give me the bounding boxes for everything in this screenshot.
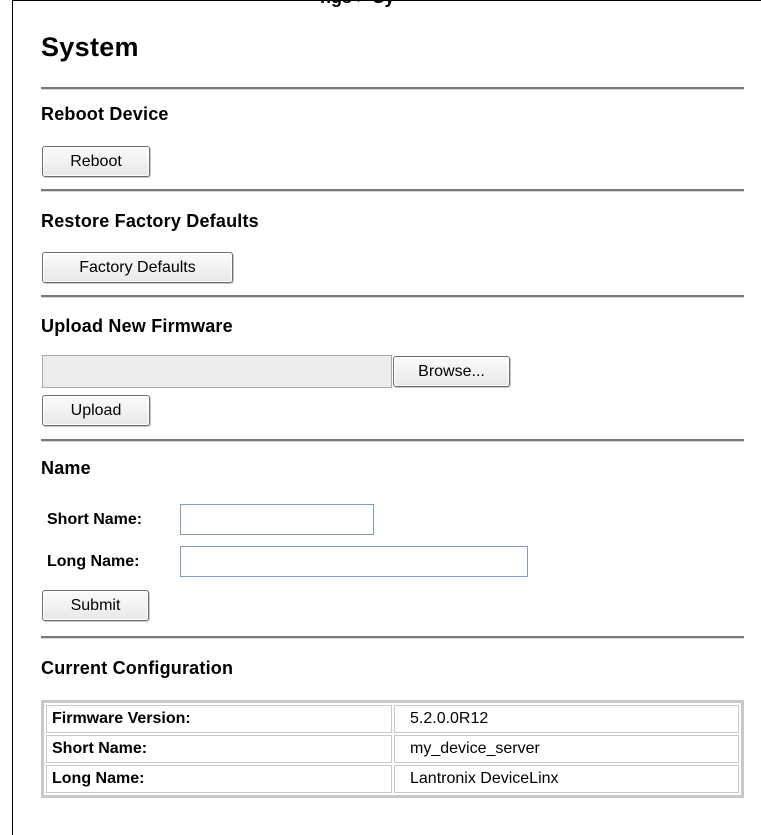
divider: [41, 439, 744, 442]
current-configuration-section-title: Current Configuration: [41, 658, 234, 678]
factory-defaults-button[interactable]: Factory Defaults: [42, 252, 233, 283]
firmware-file-field[interactable]: [42, 355, 392, 388]
submit-button[interactable]: Submit: [42, 590, 149, 621]
short-name-row-value: my_device_server: [394, 735, 739, 763]
short-name-input[interactable]: [180, 504, 374, 535]
table-row: Long Name: Lantronix DeviceLinx: [46, 765, 739, 793]
short-name-row-label: Short Name:: [46, 735, 392, 763]
divider: [41, 295, 744, 298]
divider: [41, 636, 744, 639]
table-row: Firmware Version: 5.2.0.0R12: [46, 705, 739, 733]
factory-defaults-section-title: Restore Factory Defaults: [41, 211, 259, 231]
page-breadcrumb-fragment: ngs > Sy: [320, 0, 395, 8]
upload-firmware-section-title: Upload New Firmware: [41, 316, 233, 336]
firmware-version-label: Firmware Version:: [46, 705, 392, 733]
long-name-row-label: Long Name:: [46, 765, 392, 793]
page-title: System: [41, 32, 139, 62]
upload-button[interactable]: Upload: [42, 395, 150, 426]
long-name-label: Long Name:: [47, 553, 140, 570]
reboot-button[interactable]: Reboot: [42, 146, 150, 177]
browse-button[interactable]: Browse...: [393, 356, 510, 387]
divider: [41, 189, 744, 192]
divider: [41, 87, 744, 90]
long-name-input[interactable]: [180, 546, 528, 577]
reboot-section-title: Reboot Device: [41, 104, 169, 124]
name-section-title: Name: [41, 458, 91, 478]
current-configuration-table: Firmware Version: 5.2.0.0R12 Short Name:…: [41, 700, 744, 798]
table-row: Short Name: my_device_server: [46, 735, 739, 763]
firmware-version-value: 5.2.0.0R12: [394, 705, 739, 733]
long-name-row-value: Lantronix DeviceLinx: [394, 765, 739, 793]
short-name-label: Short Name:: [47, 511, 143, 528]
